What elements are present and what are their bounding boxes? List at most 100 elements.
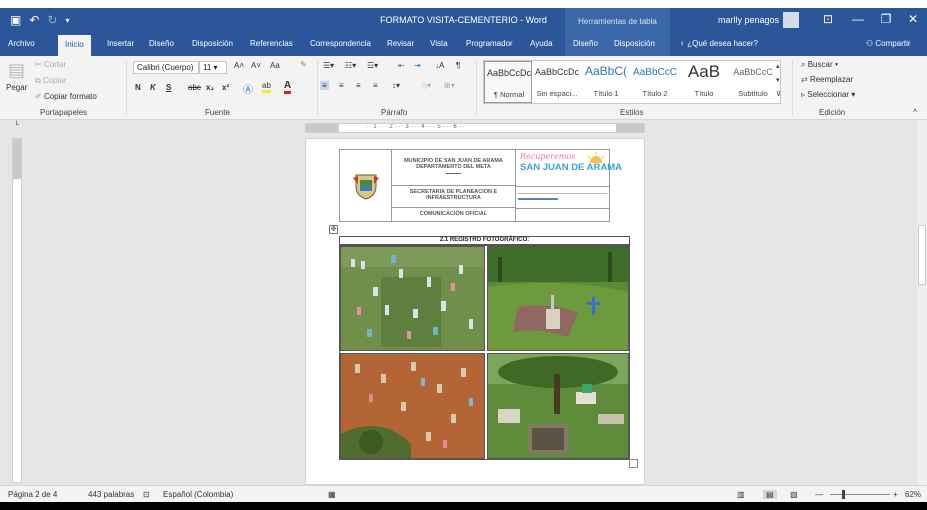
- style-heading-1[interactable]: AaBbC( Título 1: [582, 61, 630, 103]
- align-center-icon[interactable]: ≡: [339, 81, 344, 90]
- subscript-button[interactable]: x₂: [206, 83, 214, 92]
- highlight-color-button[interactable]: ab: [262, 81, 271, 93]
- grow-font-button[interactable]: A˄: [234, 61, 244, 70]
- logo-script-text: Recuperemos: [520, 152, 576, 161]
- show-marks-icon[interactable]: ¶: [456, 61, 460, 70]
- style-no-spacing[interactable]: AaBbCcDc Sin espaci...: [533, 61, 581, 103]
- align-left-icon[interactable]: ≡: [320, 81, 329, 90]
- zoom-slider[interactable]: [830, 494, 890, 495]
- style-heading-2[interactable]: AaBbCcC Título 2: [631, 61, 679, 103]
- group-divider: [126, 60, 127, 116]
- copy-button[interactable]: ⧉ Copiar: [35, 76, 67, 86]
- text-effects-icon[interactable]: Ⓐ: [243, 81, 253, 96]
- table-move-handle-icon[interactable]: ✥: [329, 225, 338, 234]
- page-count[interactable]: Página 2 de 4: [8, 490, 57, 499]
- superscript-button[interactable]: x²: [222, 83, 229, 92]
- style-title[interactable]: AaB Título: [680, 61, 728, 103]
- tab-diseno[interactable]: Diseño: [149, 39, 174, 48]
- styles-gallery: AaBbCcDc ¶ Normal AaBbCcDc Sin espaci...…: [483, 60, 781, 104]
- tab-selector[interactable]: └: [14, 122, 19, 129]
- tab-ayuda[interactable]: Ayuda: [530, 39, 553, 48]
- tab-revisar[interactable]: Revisar: [387, 39, 414, 48]
- cemetery-photo-3[interactable]: [340, 353, 485, 459]
- tab-table-diseno[interactable]: Diseño: [573, 39, 598, 48]
- strikethrough-button[interactable]: abc: [188, 83, 201, 92]
- borders-icon[interactable]: ⊞▾: [444, 81, 455, 90]
- vertical-scrollbar[interactable]: [917, 120, 927, 485]
- styles-more-icon[interactable]: ⊽: [776, 90, 781, 98]
- scrollbar-thumb[interactable]: [918, 225, 926, 285]
- italic-button[interactable]: K: [150, 83, 156, 92]
- styles-scroll-down-icon[interactable]: ▾: [776, 76, 780, 84]
- close-icon[interactable]: ✕: [903, 12, 923, 26]
- cut-button[interactable]: ✂ Cortar: [35, 60, 66, 69]
- zoom-in-button[interactable]: +: [893, 490, 898, 499]
- avatar[interactable]: [783, 12, 799, 28]
- font-name-select[interactable]: Calibri (Cuerpo): [133, 61, 199, 74]
- restore-icon[interactable]: ❐: [876, 12, 896, 26]
- vertical-ruler[interactable]: [12, 138, 22, 483]
- align-right-icon[interactable]: ≡: [356, 81, 361, 90]
- tab-programador[interactable]: Programador: [466, 39, 513, 48]
- read-mode-icon[interactable]: ▥: [737, 490, 745, 499]
- share-button[interactable]: ⚇ Compartir: [866, 39, 911, 48]
- brush-icon: ✐: [35, 92, 44, 101]
- decrease-indent-icon[interactable]: ⇤: [398, 61, 405, 70]
- table-resize-handle[interactable]: [629, 459, 638, 468]
- tab-disposicion[interactable]: Disposición: [192, 39, 233, 48]
- styles-scroll-up-icon[interactable]: ▴: [776, 62, 780, 70]
- zoom-level[interactable]: 62%: [905, 490, 921, 499]
- minimize-icon[interactable]: —: [848, 12, 868, 26]
- justify-icon[interactable]: ≡: [373, 81, 378, 90]
- format-painter-button[interactable]: ✐ Copiar formato: [35, 92, 97, 101]
- tab-inicio[interactable]: Inicio: [58, 35, 91, 56]
- tab-archivo[interactable]: Archivo: [8, 39, 35, 48]
- print-layout-icon[interactable]: ▤: [763, 490, 777, 499]
- zoom-slider-thumb[interactable]: [842, 490, 845, 499]
- paste-button[interactable]: Pegar: [6, 83, 27, 92]
- tab-insertar[interactable]: Insertar: [107, 39, 134, 48]
- find-button[interactable]: ⌕ Buscar ▾: [801, 60, 838, 70]
- style-normal[interactable]: AaBbCcDc ¶ Normal: [484, 61, 532, 103]
- clear-format-icon[interactable]: ✎: [300, 60, 307, 69]
- tab-correspondencia[interactable]: Correspondencia: [310, 39, 371, 48]
- change-case-button[interactable]: Aa: [270, 61, 280, 70]
- cemetery-photo-4[interactable]: [487, 353, 629, 459]
- word-count[interactable]: 443 palabras: [88, 490, 134, 499]
- user-name[interactable]: marlly penagos: [718, 15, 779, 25]
- select-button[interactable]: ▹ Seleccionar ▾: [801, 90, 855, 99]
- cemetery-photo-2[interactable]: [487, 246, 629, 351]
- bold-button[interactable]: N: [135, 83, 141, 92]
- multilevel-list-icon[interactable]: ☲▾: [367, 61, 378, 70]
- font-color-button[interactable]: A: [284, 80, 292, 94]
- font-size-value: 11: [203, 63, 212, 72]
- macro-record-icon[interactable]: ▦: [328, 490, 336, 499]
- horizontal-ruler[interactable]: · · 1 · · · 2 · · · 3 · · · 4 · · · 5 · …: [305, 123, 645, 133]
- tab-table-disposicion[interactable]: Disposición: [614, 39, 655, 48]
- tab-referencias[interactable]: Referencias: [250, 39, 293, 48]
- shrink-font-button[interactable]: A˅: [251, 61, 261, 70]
- bullets-icon[interactable]: ☰▾: [323, 61, 334, 70]
- language[interactable]: Español (Colombia): [163, 490, 233, 499]
- web-layout-icon[interactable]: ▧: [790, 490, 798, 499]
- line-spacing-icon[interactable]: ↕▾: [392, 81, 400, 90]
- paste-icon[interactable]: ▤: [8, 60, 25, 81]
- zoom-out-button[interactable]: —: [815, 490, 823, 499]
- collapse-ribbon-icon[interactable]: ˄: [913, 108, 917, 115]
- cemetery-photo-1[interactable]: [340, 246, 485, 351]
- numbering-icon[interactable]: ☷▾: [345, 61, 356, 70]
- section-title: 2.1 REGISTRO FOTOGRÁFICO:: [339, 236, 630, 245]
- font-size-select[interactable]: 11 ▾: [199, 61, 227, 74]
- style-subtitle[interactable]: AaBbCcC Subtítulo: [729, 61, 777, 103]
- proofing-icon[interactable]: ⊡: [143, 490, 150, 499]
- document-page[interactable]: MUNICIPIO DE SAN JUAN DE ARAMA DEPARTAME…: [305, 138, 645, 485]
- tell-me-search[interactable]: ♀ ¿Qué desea hacer?: [679, 39, 758, 48]
- increase-indent-icon[interactable]: ⇥: [414, 61, 421, 70]
- sort-icon[interactable]: ↓A: [435, 61, 444, 70]
- shading-icon[interactable]: ◇▾: [421, 81, 431, 90]
- tab-vista[interactable]: Vista: [430, 39, 448, 48]
- font-group-label: Fuente: [205, 108, 230, 117]
- ribbon-display-options-icon[interactable]: ⊡: [818, 12, 838, 26]
- underline-button[interactable]: S: [166, 83, 171, 92]
- replace-button[interactable]: ⇄ Reemplazar: [801, 75, 853, 84]
